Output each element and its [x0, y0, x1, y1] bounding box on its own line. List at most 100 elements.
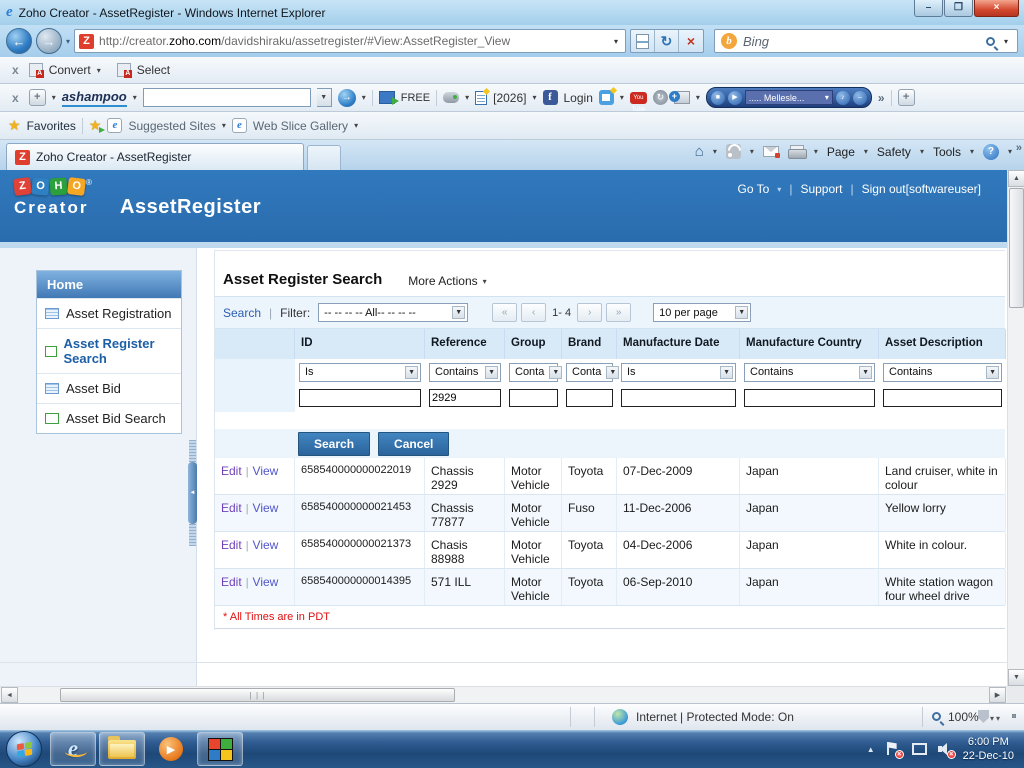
column-header-id[interactable]: ID: [295, 329, 425, 359]
scroll-down-button[interactable]: ▼: [1008, 669, 1024, 686]
add-dropdown[interactable]: ▾: [52, 93, 56, 102]
youtube-icon[interactable]: You Tube: [629, 91, 647, 113]
next-page-button[interactable]: ›: [577, 303, 603, 322]
bookmark-icon[interactable]: [598, 90, 614, 105]
toolbar-close-icon[interactable]: x: [8, 91, 23, 105]
filter-input-id[interactable]: [299, 389, 421, 407]
horizontal-scrollbar[interactable]: ◄ | | | ▶: [0, 686, 1007, 703]
address-field[interactable]: Z http://creator.zoho.com/davidshiraku/a…: [74, 29, 627, 53]
print-icon[interactable]: [787, 145, 807, 159]
filter-input-group[interactable]: [509, 389, 558, 407]
taskbar-item-explorer[interactable]: [99, 732, 145, 766]
edit-link[interactable]: Edit: [221, 575, 242, 589]
scroll-left-button[interactable]: ◄: [1, 687, 18, 703]
toolbar-close-icon[interactable]: x: [8, 63, 23, 77]
vertical-scroll-thumb[interactable]: [1009, 188, 1024, 308]
games-dropdown[interactable]: ▾: [465, 93, 469, 102]
page-menu[interactable]: Page: [827, 145, 855, 159]
op-select-brand[interactable]: Conta: [566, 362, 613, 382]
rss-dropdown[interactable]: ▾: [750, 147, 754, 156]
media-track-select[interactable]: ..... Mellesle... ▾: [744, 90, 833, 105]
cancel-button[interactable]: Cancel: [378, 431, 450, 456]
convert-button[interactable]: Convert: [49, 63, 91, 77]
media-volume-button[interactable]: ♪: [835, 90, 850, 105]
tab-zoho-creator[interactable]: Z Zoho Creator - AssetRegister: [6, 143, 304, 170]
network-icon[interactable]: [911, 741, 927, 757]
taskbar-clock[interactable]: 6:00 PM 22-Dec-10: [963, 735, 1014, 764]
media-stop-button[interactable]: ■: [710, 90, 725, 105]
history-dropdown[interactable]: ▾: [66, 37, 70, 46]
notes-count-label[interactable]: [2026]: [493, 91, 526, 105]
sidebar-header-home[interactable]: Home: [37, 271, 181, 298]
prev-page-button[interactable]: ‹: [521, 303, 547, 322]
web-slice-button[interactable]: Web Slice Gallery: [253, 119, 348, 133]
back-button[interactable]: ←: [6, 28, 32, 54]
column-header-manufacture-country[interactable]: Manufacture Country: [740, 329, 879, 359]
view-link[interactable]: View: [253, 575, 279, 589]
sidebar-item-asset-bid[interactable]: Asset Bid: [37, 373, 181, 403]
scroll-up-button[interactable]: ▲: [1008, 170, 1024, 187]
tv-dropdown[interactable]: ▾: [696, 93, 700, 102]
tools-menu[interactable]: Tools: [933, 145, 961, 159]
op-select-asset-description[interactable]: Contains: [883, 362, 1002, 382]
signout-link[interactable]: Sign out[softwareuser]: [862, 182, 981, 196]
tools-dropdown[interactable]: ▾: [970, 147, 974, 156]
print-dropdown[interactable]: ▾: [814, 147, 818, 156]
per-page-select[interactable]: 10 per page: [653, 303, 752, 322]
op-select-id[interactable]: Is: [299, 362, 421, 382]
zoom-level[interactable]: 100%: [948, 710, 979, 724]
media-minimize-button[interactable]: –: [852, 90, 867, 105]
vertical-scrollbar[interactable]: ▲ ▼: [1007, 170, 1024, 686]
scroll-right-button[interactable]: ▶: [989, 687, 1006, 703]
suggested-sites-dropdown[interactable]: ▾: [222, 121, 226, 130]
taskbar-item-internet-explorer[interactable]: e: [50, 732, 96, 766]
protected-mode-icon[interactable]: [978, 710, 989, 723]
sidebar-item-asset-registration[interactable]: Asset Registration: [37, 298, 181, 328]
action-center-icon[interactable]: ×: [885, 741, 904, 759]
convert-dropdown[interactable]: ▾: [97, 66, 101, 75]
media-play-button[interactable]: ▶: [727, 90, 742, 105]
notes-icon[interactable]: [475, 90, 488, 105]
free-label[interactable]: FREE: [401, 92, 430, 104]
taskbar-item-media-player[interactable]: ▶: [148, 732, 194, 766]
notes-dropdown[interactable]: ▾: [532, 93, 536, 102]
resize-grip[interactable]: [1012, 714, 1016, 718]
maximize-button[interactable]: ❐: [944, 0, 973, 17]
suggested-sites-button[interactable]: Suggested Sites: [128, 119, 215, 133]
filter-input-manufacture-date[interactable]: [621, 389, 736, 407]
search-icon[interactable]: [985, 36, 995, 46]
page-dropdown[interactable]: ▾: [864, 147, 868, 156]
bookmark-dropdown[interactable]: ▾: [620, 93, 624, 102]
tv-icon[interactable]: [668, 91, 690, 104]
close-button[interactable]: ×: [974, 0, 1019, 17]
safety-dropdown[interactable]: ▾: [920, 147, 924, 156]
help-dropdown[interactable]: ▾: [1008, 147, 1012, 156]
home-dropdown[interactable]: ▾: [713, 147, 717, 156]
column-header-brand[interactable]: Brand: [562, 329, 617, 359]
splitter-collapse-handle[interactable]: ◄: [188, 462, 197, 524]
horizontal-scroll-thumb[interactable]: | | |: [60, 688, 455, 702]
column-header-manufacture-date[interactable]: Manufacture Date: [617, 329, 740, 359]
column-header-group[interactable]: Group: [505, 329, 562, 359]
sidebar-item-asset-bid-search[interactable]: Asset Bid Search: [37, 403, 181, 433]
search-options-dropdown[interactable]: ▾: [1001, 37, 1011, 46]
sidebar-splitter[interactable]: ◄: [188, 440, 197, 546]
goto-menu[interactable]: Go To: [737, 182, 769, 196]
compatibility-view-button[interactable]: [631, 30, 656, 52]
favorites-button[interactable]: Favorites: [27, 119, 76, 133]
taskbar-item-windows-app[interactable]: [197, 732, 243, 766]
toolbar-search-input[interactable]: [142, 88, 311, 107]
filter-input-asset-description[interactable]: [883, 389, 1002, 407]
start-button[interactable]: [6, 731, 42, 767]
games-icon[interactable]: [443, 92, 460, 103]
stop-button[interactable]: ×: [679, 30, 703, 52]
first-page-button[interactable]: «: [492, 303, 518, 322]
go-dropdown[interactable]: ▾: [362, 93, 366, 102]
history-back-icon[interactable]: ↻: [652, 90, 668, 105]
filter-input-reference[interactable]: [429, 389, 501, 407]
zoom-dropdown[interactable]: ▾: [990, 714, 994, 723]
free-download-icon[interactable]: [378, 91, 399, 105]
go-button[interactable]: →: [337, 88, 356, 107]
filter-input-manufacture-country[interactable]: [744, 389, 875, 407]
op-select-reference[interactable]: Contains: [429, 362, 501, 382]
